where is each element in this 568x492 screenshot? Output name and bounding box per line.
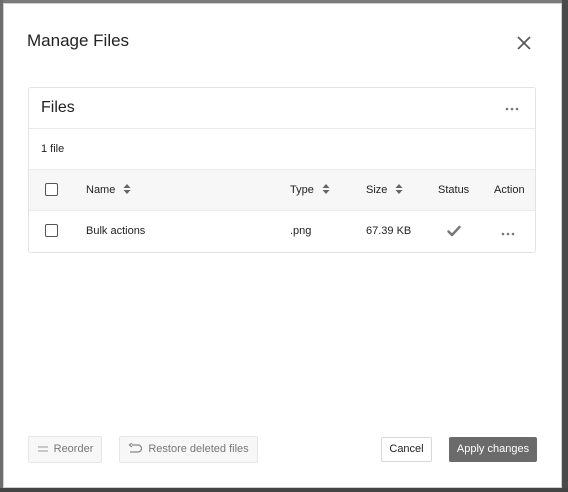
cancel-button[interactable]: Cancel — [381, 437, 432, 462]
column-header-status: Status — [438, 184, 470, 196]
column-header-type[interactable]: Type — [290, 184, 330, 196]
file-count: 1 file — [41, 143, 65, 155]
files-card-header: Files — [29, 88, 535, 129]
sort-icon — [395, 184, 403, 194]
apply-changes-button[interactable]: Apply changes — [449, 437, 537, 462]
files-card-menu-button[interactable] — [501, 100, 523, 118]
column-label-name: Name — [86, 184, 116, 196]
column-header-size[interactable]: Size — [366, 184, 403, 196]
close-button[interactable] — [513, 32, 535, 54]
sort-icon — [322, 184, 330, 194]
files-card-title: Files — [41, 99, 75, 116]
checkmark-icon — [447, 225, 461, 237]
undo-icon — [128, 442, 143, 453]
more-horizontal-icon — [505, 107, 519, 111]
drag-lines-icon — [37, 446, 48, 452]
restore-label: Restore deleted files — [148, 443, 249, 455]
close-icon — [517, 36, 531, 50]
files-card: Files 1 file Name Type Size Status Actio… — [28, 87, 536, 253]
file-count-row: 1 file — [29, 129, 535, 170]
reorder-label: Reorder — [53, 443, 94, 455]
column-label-size: Size — [366, 184, 388, 196]
file-name: Bulk actions — [86, 225, 146, 237]
row-select-checkbox[interactable] — [45, 224, 58, 237]
column-header-action: Action — [494, 184, 525, 196]
background-page-edge-right — [562, 0, 568, 492]
file-size: 67.39 KB — [366, 225, 412, 237]
background-page-edge-bottom — [0, 488, 568, 492]
table-header: Name Type Size Status Action — [29, 170, 535, 211]
reorder-button[interactable]: Reorder — [28, 436, 102, 463]
sort-icon — [123, 184, 131, 194]
column-header-name[interactable]: Name — [86, 184, 131, 196]
row-action-button[interactable] — [499, 226, 517, 236]
table-row: Bulk actions .png 67.39 KB — [29, 211, 535, 252]
column-label-type: Type — [290, 184, 314, 196]
restore-deleted-files-button[interactable]: Restore deleted files — [119, 436, 258, 463]
select-all-checkbox[interactable] — [45, 183, 58, 196]
manage-files-dialog: Manage Files Files 1 file Name Type Size… — [3, 3, 562, 488]
more-horizontal-icon — [501, 232, 515, 236]
dialog-title: Manage Files — [27, 31, 130, 50]
file-type: .png — [290, 225, 312, 237]
